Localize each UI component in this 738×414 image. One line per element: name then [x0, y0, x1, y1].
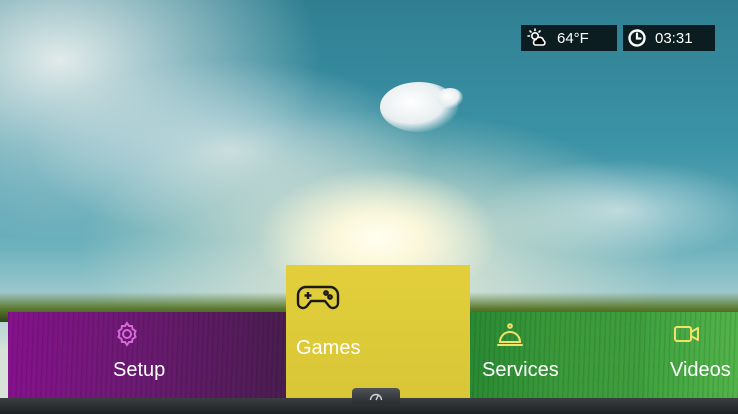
clock-widget: 03:31	[623, 25, 715, 51]
gear-icon	[117, 321, 137, 347]
menu-item-videos[interactable]: Videos	[645, 312, 738, 398]
gamepad-icon	[296, 285, 340, 310]
dashboard-icon	[369, 393, 383, 401]
cloud	[437, 88, 463, 108]
menu-item-label: Games	[296, 337, 361, 359]
menu-item-services[interactable]: Services	[470, 312, 645, 398]
video-camera-icon	[674, 326, 699, 342]
menu-item-games[interactable]: Games	[286, 265, 470, 400]
time-text: 03:31	[655, 29, 693, 47]
menu-item-label: Videos	[670, 359, 731, 381]
scroll-handle[interactable]	[352, 388, 400, 404]
media-player-home-screen: 64°F 03:31 Setup Services Videos Games	[0, 0, 738, 414]
menu-item-setup[interactable]: Setup	[8, 312, 286, 398]
service-bell-icon	[497, 323, 523, 346]
weather-widget: 64°F	[521, 25, 617, 51]
partly-sunny-icon	[527, 28, 546, 46]
clock-icon	[628, 29, 646, 47]
temperature-text: 64°F	[557, 29, 589, 47]
tile-texture	[8, 312, 286, 398]
menu-item-label: Setup	[113, 359, 166, 381]
menu-item-label: Services	[482, 359, 559, 381]
